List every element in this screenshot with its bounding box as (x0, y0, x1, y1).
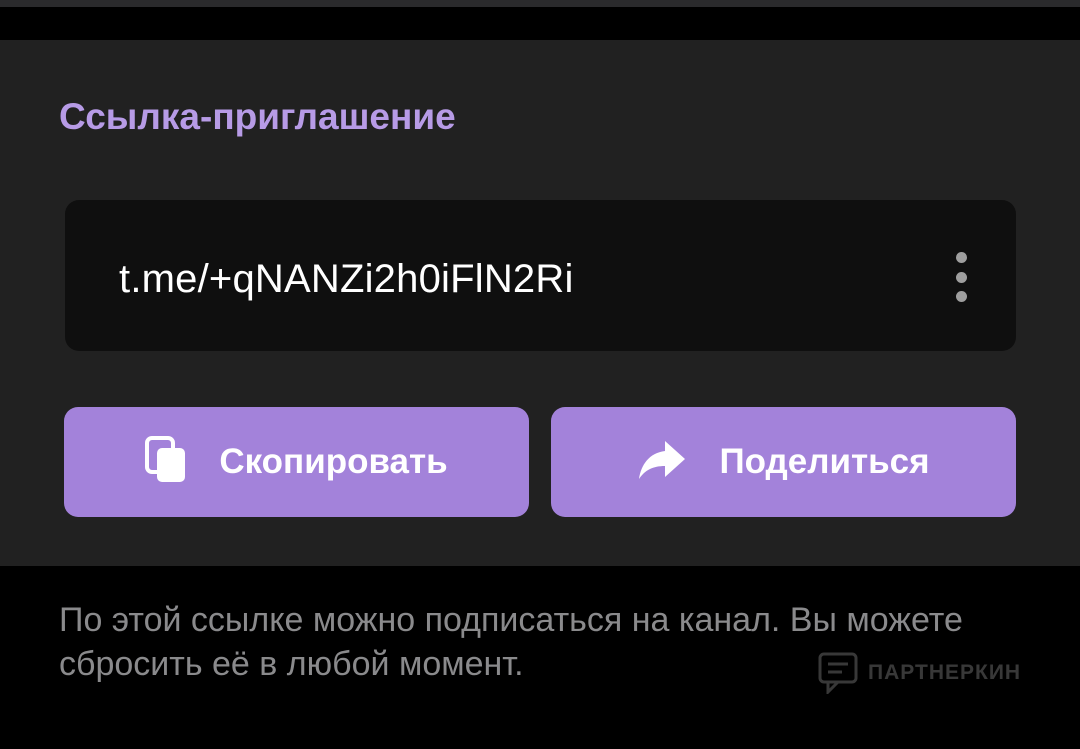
invite-link-field[interactable]: t.me/+qNANZi2h0iFlN2Ri (65, 200, 1016, 351)
watermark: ПАРТНЕРКИН (818, 652, 1021, 694)
copy-icon (145, 435, 187, 489)
chat-bubble-logo (818, 652, 858, 694)
top-divider (0, 0, 1080, 7)
copy-button[interactable]: Скопировать (64, 407, 529, 517)
more-vertical-icon[interactable] (950, 252, 972, 302)
share-arrow-icon (637, 439, 687, 486)
invite-link-text: t.me/+qNANZi2h0iFlN2Ri (119, 257, 574, 301)
copy-button-label: Скопировать (219, 442, 448, 481)
section-title: Ссылка-приглашение (59, 96, 456, 137)
share-button[interactable]: Поделиться (551, 407, 1016, 517)
watermark-text: ПАРТНЕРКИН (868, 661, 1022, 684)
invite-link-card: Ссылка-приглашение t.me/+qNANZi2h0iFlN2R… (0, 40, 1080, 566)
share-button-label: Поделиться (719, 442, 930, 481)
